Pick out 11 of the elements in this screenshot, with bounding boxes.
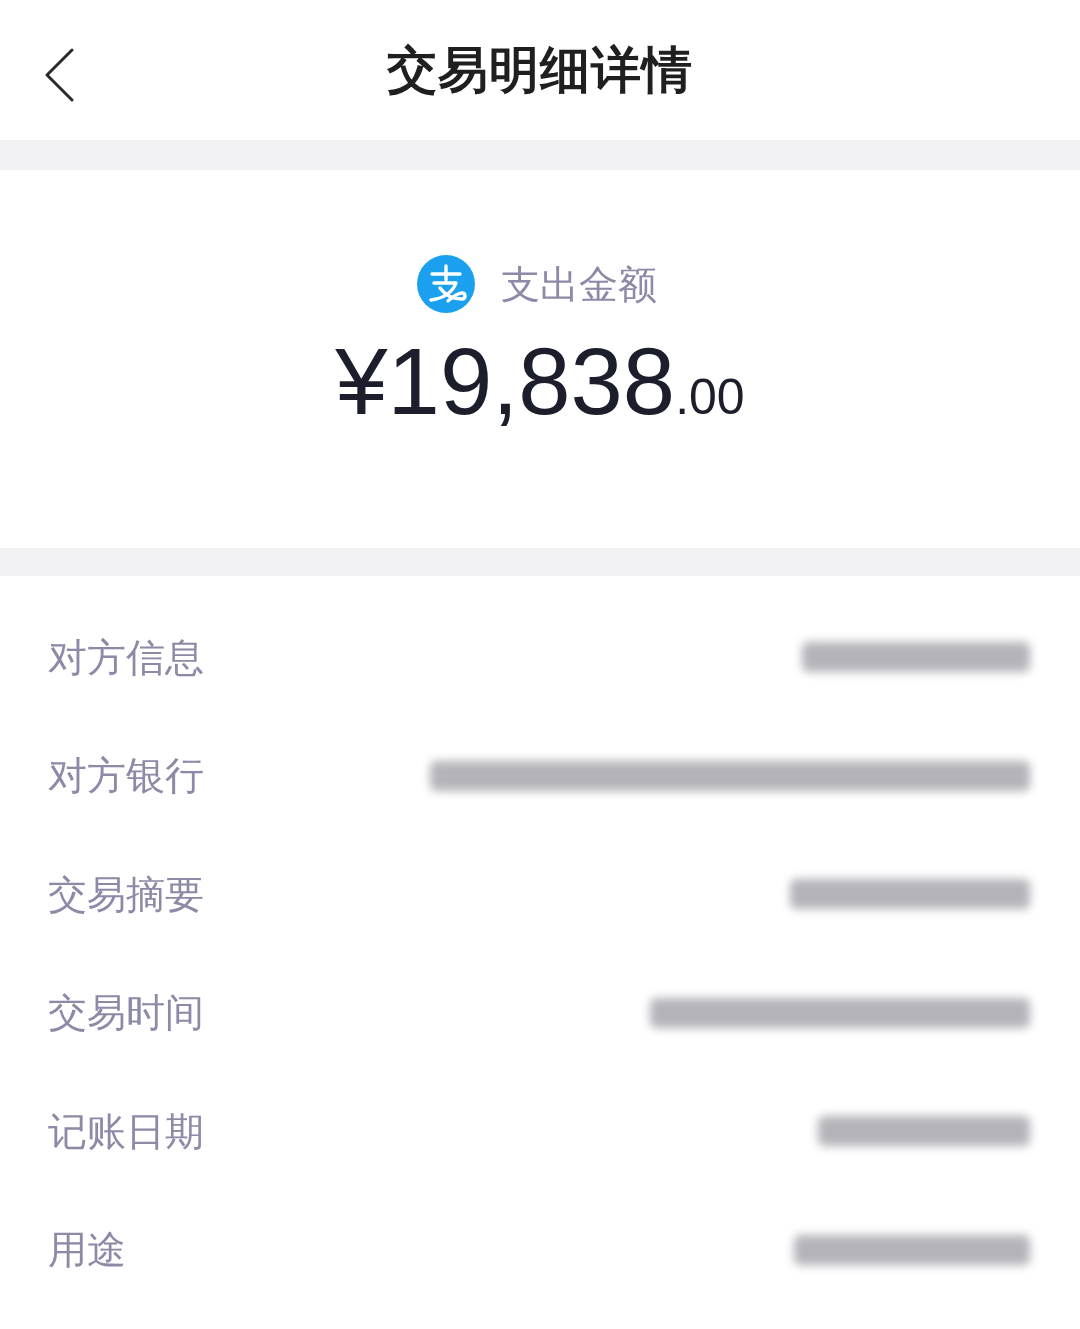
logo-icon [417,255,475,313]
detail-label: 记账日期 [48,1111,204,1151]
back-chevron-icon[interactable] [44,48,74,102]
expense-amount-label: 支出金额 [501,264,657,304]
detail-label: 交易摘要 [48,874,204,914]
detail-label: 交易时间 [48,993,204,1033]
detail-label: 用途 [48,1230,126,1270]
page-title: 交易明细详情 [387,45,693,95]
detail-label: 对方信息 [48,637,204,677]
amount: ¥19,838.00 [335,335,745,429]
detail-label: 对方银行 [48,756,204,796]
